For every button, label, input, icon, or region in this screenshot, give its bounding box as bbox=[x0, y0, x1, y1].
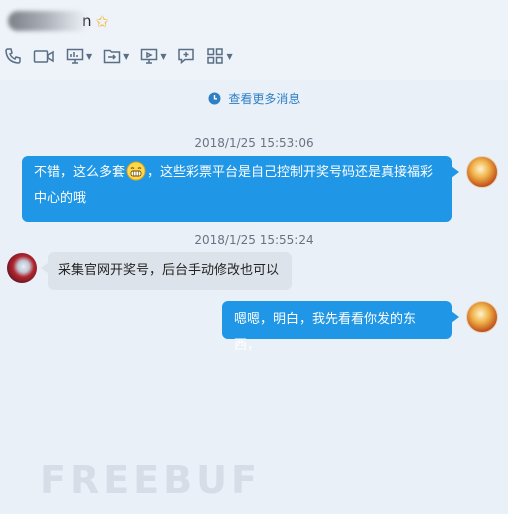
add-chat-icon bbox=[178, 48, 195, 65]
toolbar: ▼ ▼ ▼ ▼ bbox=[4, 45, 244, 67]
view-more-messages-link[interactable]: 查看更多消息 bbox=[0, 90, 508, 107]
view-more-label: 查看更多消息 bbox=[228, 92, 301, 106]
chevron-down-icon: ▼ bbox=[86, 51, 93, 61]
remote-desktop-icon bbox=[141, 48, 158, 64]
message-bubble-outgoing[interactable]: 不错，这么多套 ，这些彩票平台是自己控制开奖号码还是真接福彩 中心的哦 bbox=[22, 156, 459, 222]
avatar-contact[interactable] bbox=[7, 253, 37, 283]
star-icon: ✩ bbox=[95, 11, 109, 31]
bubble-tail bbox=[41, 262, 49, 274]
contact-title[interactable]: n ✩ bbox=[8, 9, 109, 33]
timestamp: 2018/1/25 15:55:24 bbox=[194, 233, 314, 247]
phone-button[interactable] bbox=[4, 47, 22, 65]
chat-header: n ✩ ▼ ▼ bbox=[0, 0, 508, 80]
message-bubble-outgoing[interactable]: 嗯嗯，明白，我先看看你发的东西， bbox=[222, 301, 459, 353]
timestamp: 2018/1/25 15:53:06 bbox=[194, 136, 314, 150]
screen-share-button[interactable]: ▼ bbox=[66, 47, 92, 65]
video-icon bbox=[33, 50, 54, 63]
message-text: 采集官网开奖号，后台手动修改也可以 bbox=[58, 263, 280, 278]
blurred-contact-name bbox=[8, 11, 88, 31]
file-transfer-button[interactable]: ▼ bbox=[103, 47, 129, 65]
message-text: 不错，这么多套 bbox=[34, 165, 126, 180]
apps-grid-button[interactable]: ▼ bbox=[206, 47, 233, 65]
file-transfer-icon bbox=[103, 49, 121, 64]
message-text: 嗯嗯，明白，我先看看你发的东西， bbox=[234, 312, 417, 353]
screen-share-icon bbox=[66, 48, 84, 64]
message-bubble-incoming[interactable]: 采集官网开奖号，后台手动修改也可以 bbox=[41, 252, 292, 290]
clock-icon bbox=[208, 92, 221, 105]
chevron-down-icon: ▼ bbox=[226, 51, 233, 61]
chevron-down-icon: ▼ bbox=[123, 51, 130, 61]
phone-icon bbox=[5, 48, 21, 64]
add-chat-button[interactable] bbox=[177, 47, 195, 65]
message-text: 中心的哦 bbox=[34, 191, 87, 206]
apps-grid-icon bbox=[207, 48, 224, 64]
remote-desktop-button[interactable]: ▼ bbox=[140, 47, 166, 65]
grin-emoji-icon bbox=[126, 161, 146, 181]
avatar-self[interactable] bbox=[466, 301, 498, 333]
bubble-tail bbox=[451, 166, 459, 178]
video-button[interactable] bbox=[33, 47, 55, 65]
bubble-tail bbox=[451, 311, 459, 323]
chevron-down-icon: ▼ bbox=[160, 51, 167, 61]
message-text: ，这些彩票平台是自己控制开奖号码还是真接福彩 bbox=[147, 165, 434, 180]
watermark: FREEBUF bbox=[40, 458, 261, 502]
avatar-self[interactable] bbox=[466, 156, 498, 188]
